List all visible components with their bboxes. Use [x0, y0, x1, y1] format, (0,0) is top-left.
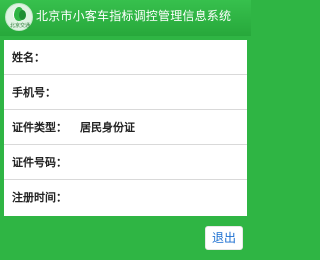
exit-button[interactable]: 退出	[205, 226, 243, 250]
name-label: 姓名：	[12, 51, 45, 64]
id-type-value: 居民身份证	[80, 121, 135, 134]
id-type-label: 证件类型：	[12, 121, 67, 134]
app-header: 北京交通 北京市小客车指标调控管理信息系统	[0, 0, 251, 36]
phone-label: 手机号：	[12, 86, 56, 99]
phone-row: 手机号：	[4, 75, 247, 110]
reg-time-label: 注册时间：	[12, 191, 67, 204]
reg-time-row: 注册时间：	[4, 180, 247, 215]
name-row: 姓名：	[4, 40, 247, 75]
logo-text: 北京交通	[9, 23, 30, 29]
beijing-traffic-logo: 北京交通	[5, 3, 33, 31]
id-number-row: 证件号码：	[4, 145, 247, 180]
user-info-card: 姓名： 手机号： 证件类型： 居民身份证 证件号码： 注册时间：	[4, 40, 247, 216]
id-type-row: 证件类型： 居民身份证	[4, 110, 247, 145]
app-title: 北京市小客车指标调控管理信息系统	[36, 9, 232, 23]
id-number-label: 证件号码：	[12, 156, 67, 169]
leaf-accent-icon	[19, 10, 26, 20]
exit-label: 退出	[211, 231, 236, 245]
